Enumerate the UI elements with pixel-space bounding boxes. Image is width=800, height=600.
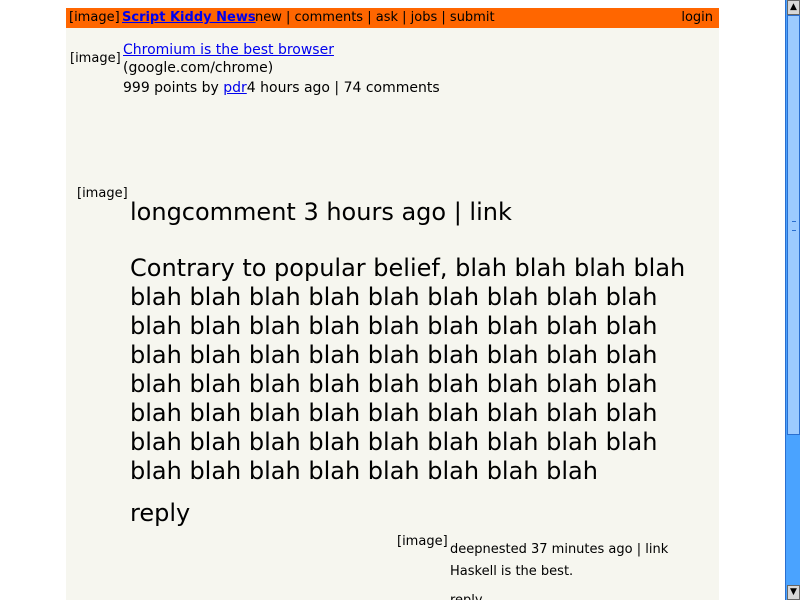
site-name-link[interactable]: Script Kiddy News xyxy=(122,8,256,28)
nav-separator: | xyxy=(441,10,450,25)
nav-ask[interactable]: ask xyxy=(376,10,398,25)
nav-new[interactable]: new xyxy=(255,10,282,25)
comment-text: Contrary to popular belief, blah blah bl… xyxy=(130,254,686,485)
comment-header[interactable]: longcomment 3 hours ago | link xyxy=(130,198,512,226)
story-points: 999 points by xyxy=(123,80,219,96)
nav-separator: | xyxy=(367,10,376,25)
story-user-link[interactable]: pdr xyxy=(223,80,247,96)
scroll-down-icon[interactable]: ▼ xyxy=(787,585,800,600)
main-nav: new | comments | ask | jobs | submit xyxy=(255,8,495,28)
nav-comments[interactable]: comments xyxy=(295,10,364,25)
nav-jobs[interactable]: jobs xyxy=(411,10,438,25)
nested-comment-header[interactable]: deepnested 37 minutes ago | link xyxy=(450,542,668,557)
nested-comment-reply-link[interactable]: reply xyxy=(450,593,483,600)
scrollbar-grip-icon xyxy=(792,221,796,231)
top-bar: [image] Script Kiddy News new | comments… xyxy=(66,8,719,28)
story-meta: 999 points by pdr4 hours ago | 74 commen… xyxy=(123,80,440,96)
nav-separator: | xyxy=(402,10,411,25)
comment-reply-link[interactable]: reply xyxy=(130,499,190,527)
story-domain: (google.com/chrome) xyxy=(123,60,274,76)
login-link[interactable]: login xyxy=(681,8,713,28)
scrollbar-thumb[interactable] xyxy=(787,15,800,435)
browser-viewport: [image] Script Kiddy News new | comments… xyxy=(0,0,785,600)
vertical-scrollbar[interactable]: ▲ ▼ xyxy=(785,0,800,600)
nested-comment-upvote-image[interactable]: [image] xyxy=(397,534,448,549)
nav-submit[interactable]: submit xyxy=(450,10,495,25)
logo-image[interactable]: [image] xyxy=(69,8,120,28)
story-title-link[interactable]: Chromium is the best browser xyxy=(123,42,334,58)
page-content: [image] Script Kiddy News new | comments… xyxy=(66,8,719,600)
nav-separator: | xyxy=(286,10,295,25)
scroll-up-icon[interactable]: ▲ xyxy=(787,0,800,15)
comment-upvote-image[interactable]: [image] xyxy=(77,186,128,201)
story-age-comments[interactable]: 4 hours ago | 74 comments xyxy=(247,80,440,96)
upvote-image[interactable]: [image] xyxy=(70,51,121,66)
nested-comment-text: Haskell is the best. xyxy=(450,564,574,579)
